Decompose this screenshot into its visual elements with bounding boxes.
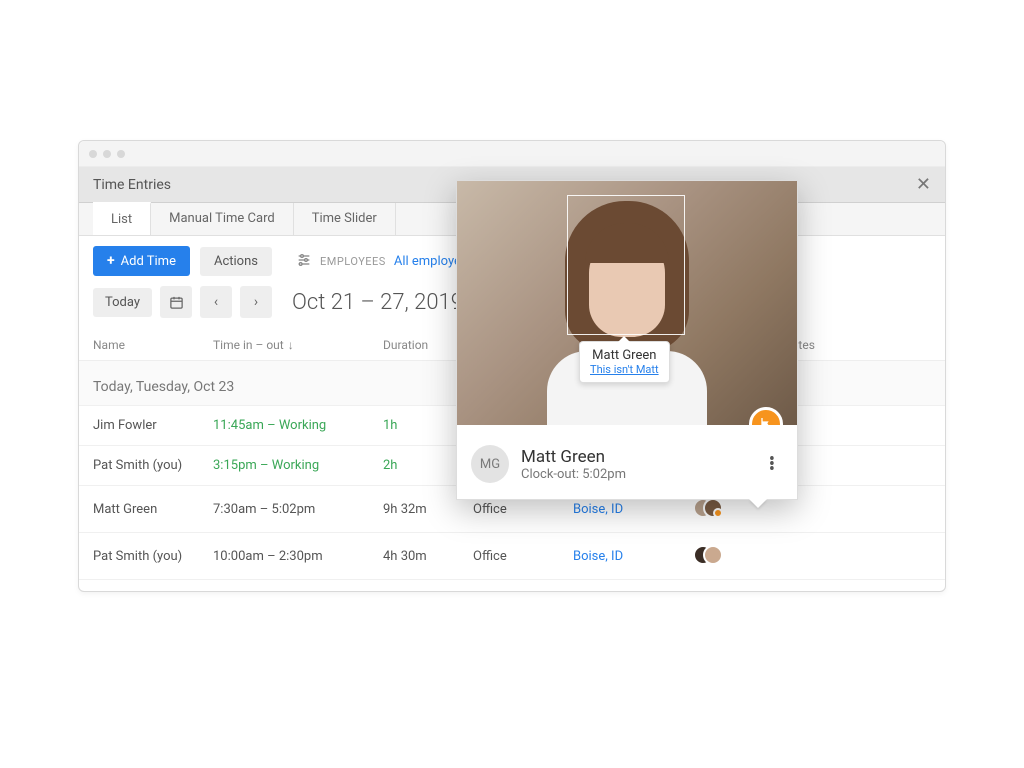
plus-icon: + [107,253,115,269]
cell-avatars[interactable] [693,545,763,567]
cell-where: Office [473,502,573,517]
cell-name: Pat Smith (you) [93,549,213,564]
face-tooltip-name: Matt Green [590,348,659,363]
cell-city[interactable]: Boise, ID [573,549,693,564]
window-titlebar [79,141,945,167]
flag-icon [758,416,774,425]
cell-where: Office [473,549,573,564]
more-menu-button[interactable]: ••• [761,453,783,476]
next-button[interactable]: › [240,286,272,318]
today-button[interactable]: Today [93,288,152,317]
col-name[interactable]: Name [93,338,213,352]
cell-time: 7:30am – 5:02pm [213,502,383,517]
cell-name: Jim Fowler [93,418,213,433]
popover-tail [749,499,767,508]
col-time-in-out[interactable]: Time in – out ↓ [213,338,383,352]
tab-list[interactable]: List [93,202,151,235]
sliders-icon[interactable] [296,252,312,271]
calendar-button[interactable] [160,286,192,318]
cell-duration: 4h 30m [383,549,473,564]
employees-label: EMPLOYEES [320,255,386,268]
close-icon[interactable]: ✕ [916,174,931,195]
flag-badge[interactable] [749,407,783,425]
add-time-label: Add Time [121,254,176,269]
cell-duration: 9h 32m [383,502,473,517]
traffic-light-zoom[interactable] [117,150,125,158]
tab-time-slider[interactable]: Time Slider [294,203,396,235]
sort-arrow-down-icon: ↓ [288,338,294,352]
not-this-person-link[interactable]: This isn't Matt [590,363,659,376]
face-tooltip: Matt Green This isn't Matt [579,341,670,383]
cell-time: 3:15pm – Working [213,458,383,473]
cell-name: Matt Green [93,502,213,517]
employees-filter: EMPLOYEES All employees [296,252,475,271]
popover-info: Matt Green Clock-out: 5:02pm [521,447,626,482]
cell-name: Pat Smith (you) [93,458,213,473]
popover-subtitle: Clock-out: 5:02pm [521,467,626,482]
panel-title: Time Entries [93,177,171,193]
clock-photo: Matt Green This isn't Matt [457,181,797,425]
traffic-light-close[interactable] [89,150,97,158]
add-time-button[interactable]: + Add Time [93,246,190,276]
popover-footer: MG Matt Green Clock-out: 5:02pm ••• [457,425,797,499]
cell-time: 10:00am – 2:30pm [213,549,383,564]
avatar-initials: MG [471,445,509,483]
tab-manual-time-card[interactable]: Manual Time Card [151,203,294,235]
cell-city[interactable]: Boise, ID [573,502,693,517]
prev-button[interactable]: ‹ [200,286,232,318]
face-detection-box [567,195,685,335]
date-range: Oct 21 – 27, 2019 [292,290,463,315]
actions-button[interactable]: Actions [200,247,272,276]
cell-time: 11:45am – Working [213,418,383,433]
table-row[interactable]: Pat Smith (you) 10:00am – 2:30pm 4h 30m … [79,533,945,580]
popover-name: Matt Green [521,447,626,467]
traffic-light-minimize[interactable] [103,150,111,158]
facial-recognition-popover: Matt Green This isn't Matt MG Matt Green… [456,180,798,500]
